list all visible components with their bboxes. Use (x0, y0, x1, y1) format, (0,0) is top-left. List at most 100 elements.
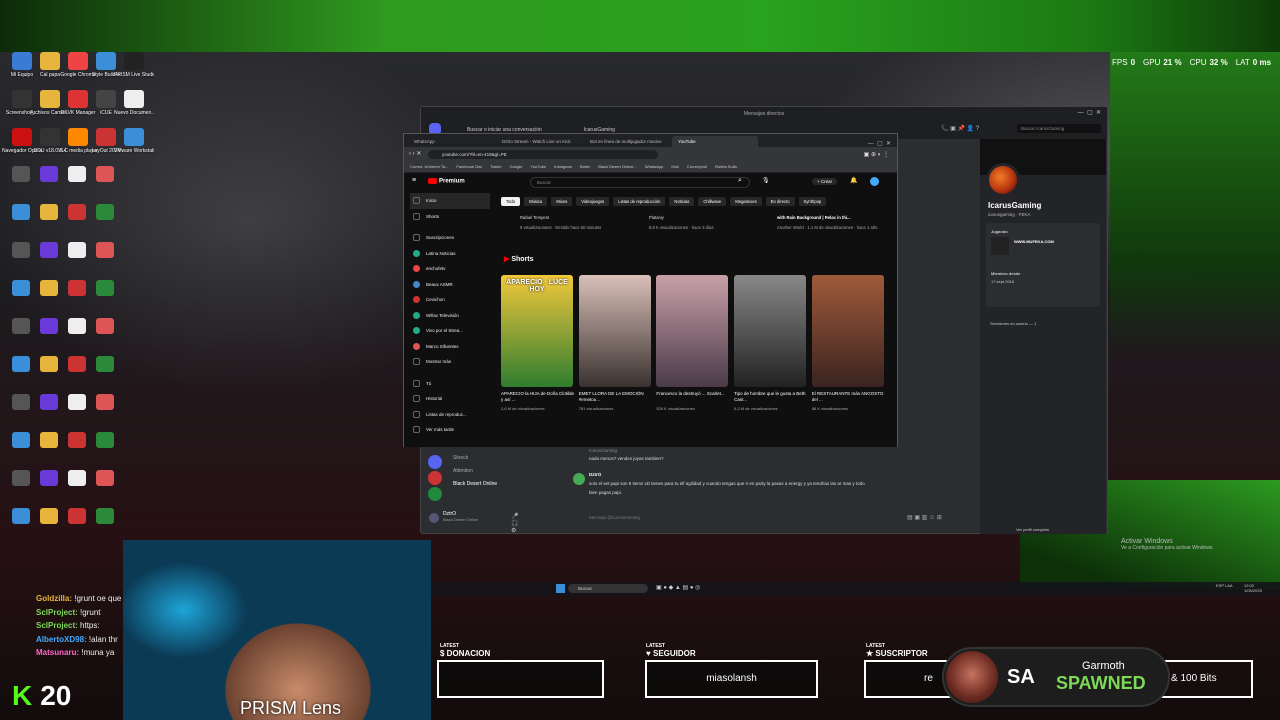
short-title[interactable]: El RESTAURANTE más ANGOSTO del ... (812, 391, 888, 403)
desktop-shortcut-icon[interactable] (40, 242, 58, 258)
desktop-shortcut-icon[interactable] (96, 394, 114, 410)
bookmark[interactable]: Kick (671, 164, 679, 169)
start-icon[interactable] (556, 584, 565, 593)
sidebar-item[interactable]: Tú (410, 376, 490, 392)
bookmark[interactable]: Google (510, 164, 523, 169)
desktop-shortcut-icon[interactable] (40, 318, 58, 334)
bookmark[interactable]: Facebook Dez (456, 164, 482, 169)
desktop-shortcut-icon[interactable] (68, 508, 86, 524)
browser-tab[interactable]: WhatsApp (408, 136, 494, 147)
short-thumbnail[interactable]: APARECIO · LUCE HOY (501, 275, 573, 387)
sidebar-item[interactable]: Willax Televisión (410, 308, 490, 324)
desktop-shortcut-icon[interactable] (12, 508, 30, 524)
sidebar-item[interactable]: Listas de reproduc... (410, 407, 490, 423)
desktop-shortcut-icon[interactable] (12, 280, 30, 296)
add-server-icon[interactable] (428, 487, 442, 501)
bookmark[interactable]: Ruleta Sulla (715, 164, 737, 169)
nav-icons[interactable]: ‹ › ✕ (409, 150, 421, 157)
short-title[interactable]: Tipo de hombre que le gusta a Beth Cast.… (734, 391, 810, 403)
browser-tab-active[interactable]: YouTube (672, 136, 758, 147)
sidebar-item[interactable]: Historial (410, 391, 490, 407)
desktop-shortcut-icon[interactable] (96, 508, 114, 524)
filter-chip[interactable]: Videojuegos (576, 197, 610, 206)
desktop-shortcut-icon[interactable] (40, 280, 58, 296)
short-thumbnail[interactable] (811, 275, 884, 387)
full-profile-link[interactable]: Ver perfil completo (1016, 527, 1049, 532)
mic-headset-settings-icons[interactable]: 🎤 🎧 ⚙ (511, 513, 518, 534)
desktop-shortcut-icon[interactable] (96, 470, 114, 486)
desktop-shortcut-icon[interactable] (40, 394, 58, 410)
sidebar-item[interactable]: Shorts (410, 209, 490, 225)
window-controls[interactable]: — ▢ ✕ (868, 140, 891, 147)
short-thumbnail[interactable] (656, 275, 729, 387)
chrome-window[interactable]: WhatsApp Dztro Stream - Watch Live on Ki… (403, 133, 898, 447)
desktop-shortcut-icon[interactable] (12, 318, 30, 334)
desktop-shortcut-icon[interactable] (96, 204, 114, 220)
video-channel[interactable]: Rafael Tempest (520, 215, 549, 220)
desktop-shortcut-icon[interactable] (12, 470, 30, 486)
profile-search-input[interactable]: Buscar IcarusGaming (1017, 124, 1101, 133)
filter-chip[interactable]: Chillwave (698, 197, 727, 206)
filter-chip[interactable]: Synthpop (798, 197, 827, 206)
server-icon[interactable] (428, 471, 442, 485)
bookmark[interactable]: Crunchyroll (687, 164, 707, 169)
desktop-shortcut-icon[interactable] (68, 470, 86, 486)
short-thumbnail[interactable] (578, 275, 651, 387)
sidebar-item[interactable]: Mostrar más (410, 354, 490, 370)
sidebar-item[interactable]: Ver más tarde (410, 422, 490, 438)
menu-icon[interactable]: ≡ (412, 177, 416, 184)
bookmark[interactable]: YouTube (530, 164, 546, 169)
desktop-shortcut-icon[interactable] (40, 470, 58, 486)
dm-item[interactable]: Skrock (453, 455, 563, 468)
desktop-shortcut-icon[interactable] (40, 508, 58, 524)
desktop-shortcut-icon[interactable] (40, 204, 58, 220)
youtube-search-input[interactable]: Buscar (530, 177, 750, 188)
desktop-shortcut-icon[interactable] (96, 280, 114, 296)
taskbar-clock[interactable]: 12:02 1/05/2025 (1244, 583, 1262, 593)
short-title[interactable]: Francesco la destruyó ... Scarlet... (656, 391, 732, 397)
create-button[interactable]: + Crear (812, 178, 838, 185)
desktop-shortcut-icon[interactable] (12, 356, 30, 372)
call-icons[interactable]: 📞 ▣ 📌 👤 ? (941, 125, 979, 132)
desktop-shortcut-icon[interactable] (12, 394, 30, 410)
desktop-shortcut-icon[interactable] (68, 242, 86, 258)
message-tools-icons[interactable]: ▤ ▣ ▥ ☺ ⊞ (907, 514, 942, 521)
desktop-shortcut-icon[interactable] (96, 318, 114, 334)
window-controls[interactable]: — ▢ ✕ (1078, 109, 1101, 116)
account-avatar[interactable] (870, 177, 879, 186)
desktop-shortcut-icon[interactable] (68, 356, 86, 372)
youtube-logo[interactable]: Premium (428, 178, 465, 185)
search-icon[interactable]: ⌕ (738, 177, 742, 185)
desktop-shortcut-icon[interactable] (40, 166, 58, 182)
bookmark[interactable]: Correo: Unbreen Ta... (410, 164, 448, 169)
browser-tab[interactable]: Dztro Stream - Watch Live on Kick (496, 136, 582, 147)
browser-tab[interactable]: Bot en línea de multijugador masivo (584, 136, 670, 147)
filter-chip[interactable]: Noticias (669, 197, 695, 206)
bookmark[interactable]: Twitch (490, 164, 501, 169)
filter-chip[interactable]: Todo (501, 197, 521, 206)
desktop-shortcut-icon[interactable] (12, 242, 30, 258)
discord-titlebar[interactable]: Mensajes directos — ▢ ✕ (421, 107, 1107, 121)
mic-icon[interactable]: 🎙 (762, 177, 770, 184)
short-title[interactable]: APARECIO la HIJA de Doña Clotilde y así … (501, 391, 577, 403)
desktop-shortcut-icon[interactable] (68, 166, 86, 182)
filter-chip[interactable]: Listas de reproducción (613, 197, 666, 206)
extension-icons[interactable]: ▣ ⊕ ◐ ⋮ (864, 151, 889, 158)
taskbar-lang[interactable]: ESP LAA (1216, 583, 1233, 588)
desktop-icon[interactable]: PRISM Live Studio (114, 52, 154, 78)
taskbar-search[interactable]: Buscar (568, 584, 648, 593)
desktop-shortcut-icon[interactable] (96, 356, 114, 372)
notifications-icon[interactable]: 🔔 (850, 177, 857, 184)
desktop-icon[interactable]: VMware Workstati... (114, 128, 154, 154)
user-panel[interactable]: DztrO Black Desert Online 🎤 🎧 ⚙ (429, 511, 518, 534)
desktop-shortcut-icon[interactable] (12, 166, 30, 182)
filter-chip[interactable]: Megamixes (730, 197, 762, 206)
bookmark[interactable]: Instagram (554, 164, 572, 169)
url-input[interactable]: youtube.com/?hl=en-419&gl=PE (428, 149, 658, 159)
sidebar-item[interactable]: Suscripciones (410, 230, 490, 246)
filter-chip[interactable]: Mixes (551, 197, 573, 206)
sidebar-item[interactable]: Beaux ASMR (410, 277, 490, 293)
desktop-shortcut-icon[interactable] (68, 318, 86, 334)
sidebar-item[interactable]: Latina Noticias (410, 246, 490, 262)
sidebar-item[interactable]: Cevichon (410, 292, 490, 308)
